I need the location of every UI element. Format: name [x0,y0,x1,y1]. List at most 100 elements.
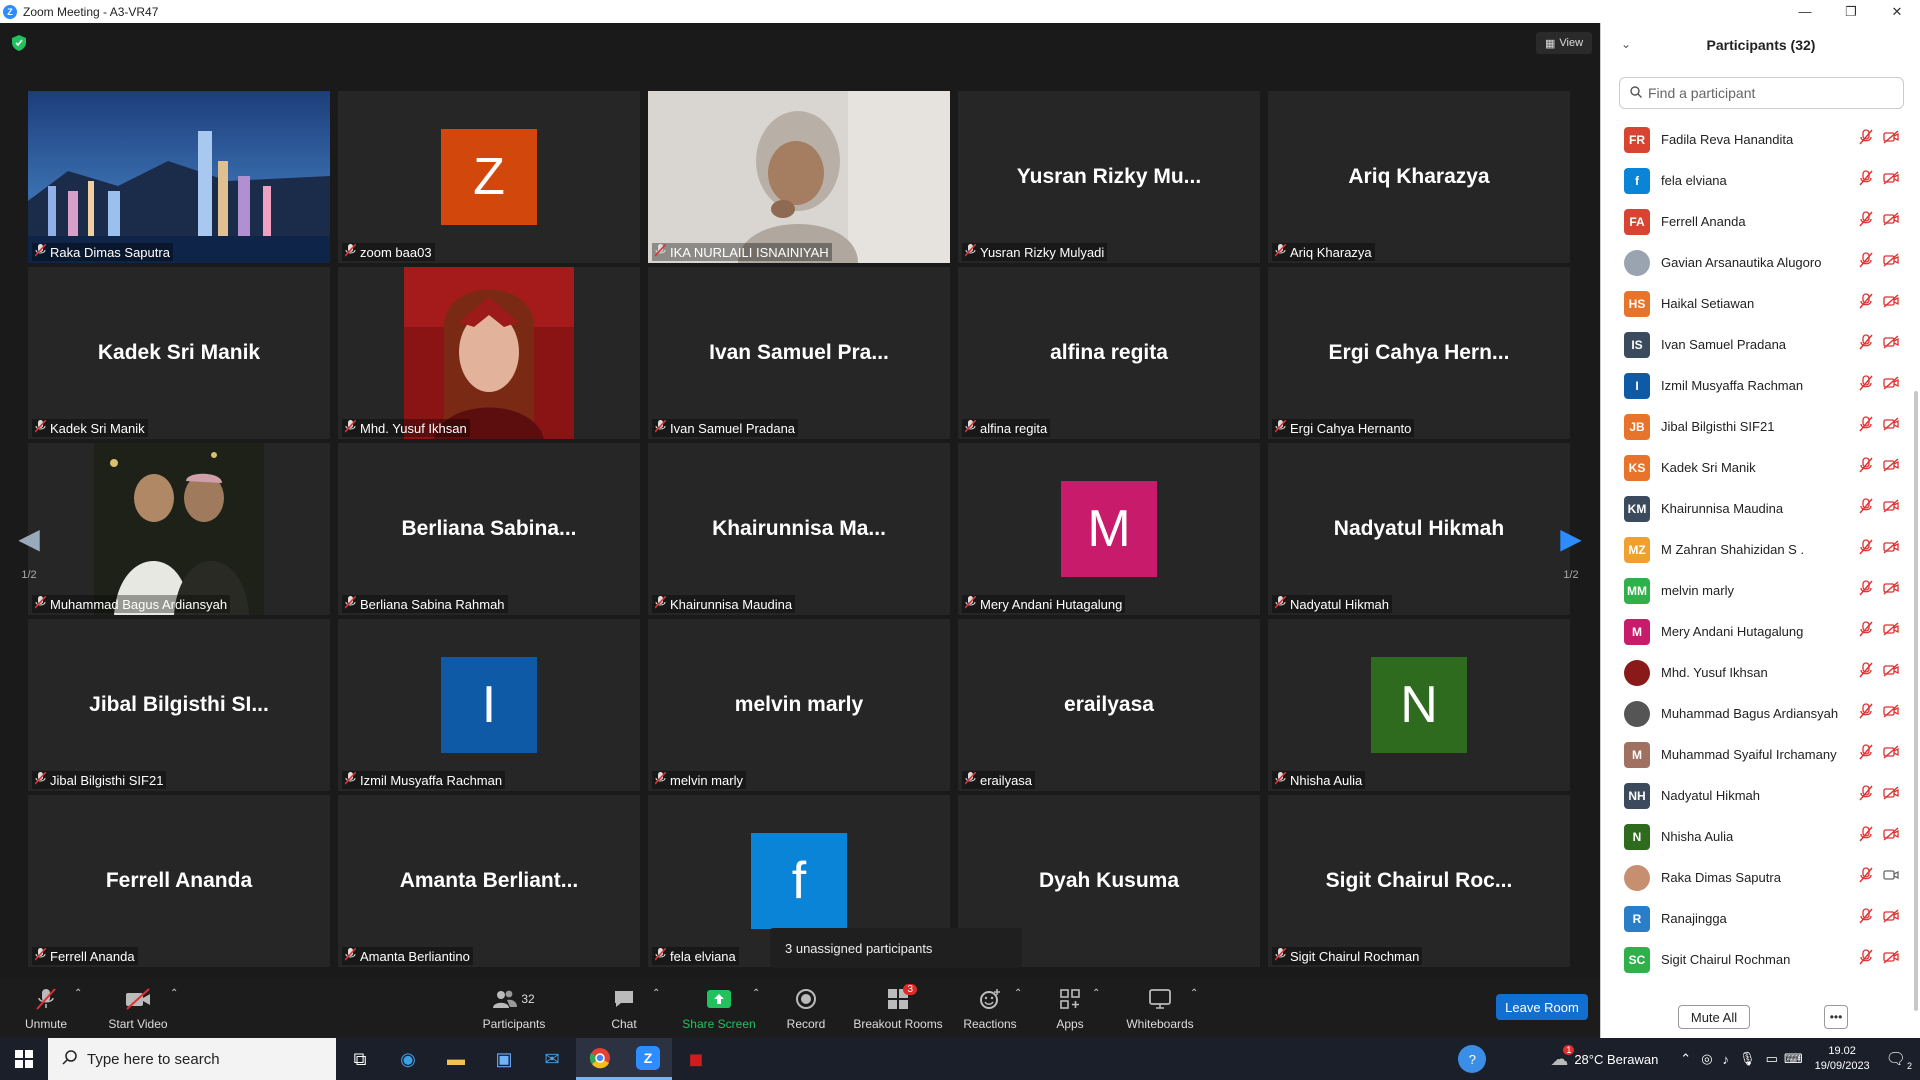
weather-text[interactable]: 28°C Berawan [1574,1052,1658,1067]
video-tile[interactable]: Sigit Chairul Roc... Sigit Chairul Rochma… [1268,795,1570,967]
participant-row[interactable]: M Mery Andani Hutagalung [1601,611,1913,652]
video-off-icon[interactable] [1883,294,1899,313]
video-off-icon[interactable] [1883,458,1899,477]
whiteboards-caret-icon[interactable]: ⌃ [1190,988,1198,999]
participant-row[interactable]: JB Jibal Bilgisthi SIF21 [1601,406,1913,447]
video-tile[interactable]: Amanta Berliant... Amanta Berliantino [338,795,640,967]
participant-row[interactable]: FR Fadila Reva Hanandita [1601,119,1913,160]
participant-row[interactable]: I Izmil Musyaffa Rachman [1601,365,1913,406]
video-tile[interactable]: Nadyatul Hikmah Nadyatul Hikmah [1268,443,1570,615]
previous-page-button[interactable]: ◀ 1/2 [4,503,54,599]
video-tile[interactable]: N Nhisha Aulia [1268,619,1570,791]
participant-row[interactable]: FA Ferrell Ananda [1601,201,1913,242]
scrollbar-thumb[interactable] [1914,391,1918,1011]
microphone-muted-icon[interactable] [1859,867,1873,888]
whiteboards-button[interactable]: Whiteboards [1120,978,1200,1038]
taskbar-search-box[interactable]: Type here to search [48,1038,336,1080]
chat-options-caret-icon[interactable]: ⌃ [652,988,660,999]
view-button[interactable]: ▦ View [1536,32,1592,54]
video-off-icon[interactable] [1883,130,1899,149]
microphone-muted-icon[interactable] [1859,170,1873,191]
participant-row[interactable]: KM Khairunnisa Maudina [1601,488,1913,529]
microphone-tray-icon[interactable]: 🎙 [1739,1051,1756,1067]
wifi-icon[interactable]: ▭ [1766,1051,1778,1067]
clock[interactable]: 19.02 19/09/2023 [1815,1044,1870,1074]
close-button[interactable]: ✕ [1874,0,1920,23]
microphone-muted-icon[interactable] [1859,744,1873,765]
video-tile[interactable]: Kadek Sri Manik Kadek Sri Manik [28,267,330,439]
maximize-button[interactable]: ❐ [1828,0,1874,23]
weather-cloud-icon[interactable]: ☁ 1 [1550,1044,1575,1070]
microphone-muted-icon[interactable] [1859,539,1873,560]
participant-row[interactable]: Gavian Arsanautika Alugoro [1601,242,1913,283]
participant-row[interactable]: MM melvin marly [1601,570,1913,611]
microphone-muted-icon[interactable] [1859,580,1873,601]
video-off-icon[interactable] [1883,253,1899,272]
video-tile[interactable]: erailyasa erailyasa [958,619,1260,791]
video-off-icon[interactable] [1883,335,1899,354]
participant-row[interactable]: Mhd. Yusuf Ikhsan [1601,652,1913,693]
video-tile[interactable]: alfina regita alfina regita [958,267,1260,439]
microphone-muted-icon[interactable] [1859,334,1873,355]
video-tile[interactable]: M Mery Andani Hutagalung [958,443,1260,615]
zoom-app-icon[interactable]: Z [624,1038,672,1080]
microphone-muted-icon[interactable] [1859,908,1873,929]
microphone-muted-icon[interactable] [1859,457,1873,478]
reactions-button[interactable]: Reactions [960,978,1020,1038]
video-tile[interactable]: Zzoom baa03 [338,91,640,263]
volume-icon[interactable]: ♪ [1723,1052,1730,1067]
unmute-button[interactable]: Unmute [20,978,72,1038]
video-off-icon[interactable] [1883,745,1899,764]
participant-row[interactable]: f fela elviana [1601,160,1913,201]
video-tile[interactable]: Mhd. Yusuf Ikhsan [338,267,640,439]
mail-icon[interactable]: ✉ [528,1038,576,1080]
video-off-icon[interactable] [1883,827,1899,846]
video-off-icon[interactable] [1883,540,1899,559]
participants-scrollbar[interactable] [1913,121,1919,1011]
apps-caret-icon[interactable]: ⌃ [1092,988,1100,999]
start-button[interactable] [0,1038,48,1080]
video-off-icon[interactable] [1883,212,1899,231]
file-explorer-icon[interactable]: ▬ [432,1038,480,1080]
microphone-muted-icon[interactable] [1859,293,1873,314]
share-options-caret-icon[interactable]: ⌃ [752,988,760,999]
participant-row[interactable]: MZ M Zahran Shahizidan S . [1601,529,1913,570]
minimize-button[interactable]: — [1782,0,1828,23]
mcafee-icon[interactable]: ◼ [672,1038,720,1080]
video-off-icon[interactable] [1883,417,1899,436]
microphone-muted-icon[interactable] [1859,826,1873,847]
start-video-button[interactable]: Start Video [102,978,174,1038]
participant-row[interactable]: HS Haikal Setiawan [1601,283,1913,324]
microphone-muted-icon[interactable] [1859,129,1873,150]
video-tile[interactable]: Ergi Cahya Hern... Ergi Cahya Hernanto [1268,267,1570,439]
microphone-muted-icon[interactable] [1859,662,1873,683]
help-icon[interactable]: ? [1458,1045,1487,1073]
participant-row[interactable]: R Ranajingga [1601,898,1913,939]
video-off-icon[interactable] [1883,663,1899,682]
participant-row[interactable]: M Muhammad Syaiful Irchamany [1601,734,1913,775]
microsoft-store-icon[interactable]: ▣ [480,1038,528,1080]
video-tile[interactable]: Ferrell Ananda Ferrell Ananda [28,795,330,967]
microphone-muted-icon[interactable] [1859,252,1873,273]
participant-row[interactable]: Muhammad Bagus Ardiansyah [1601,693,1913,734]
apps-button[interactable]: Apps [1046,978,1094,1038]
audio-options-caret-icon[interactable]: ⌃ [74,988,82,999]
breakout-rooms-button[interactable]: 3 Breakout Rooms [852,978,944,1038]
participant-row[interactable]: IS Ivan Samuel Pradana [1601,324,1913,365]
microphone-muted-icon[interactable] [1859,621,1873,642]
find-participant-input[interactable]: Find a participant [1619,77,1904,109]
participant-row[interactable]: NH Nadyatul Hikmah [1601,775,1913,816]
video-tile[interactable]: IKA NURLAILI ISNAINIYAH [648,91,950,263]
leave-room-button[interactable]: Leave Room [1496,994,1588,1020]
more-options-button[interactable]: ••• [1824,1005,1848,1029]
task-view-icon[interactable]: ⧉ [336,1038,384,1080]
microphone-muted-icon[interactable] [1859,703,1873,724]
video-tile[interactable]: Jibal Bilgisthi SI... Jibal Bilgisthi SIF… [28,619,330,791]
mute-all-button[interactable]: Mute All [1678,1005,1750,1029]
video-off-icon[interactable] [1883,622,1899,641]
participant-row[interactable]: N Nhisha Aulia [1601,816,1913,857]
input-language-icon[interactable]: ⌨ [1784,1051,1803,1067]
video-tile[interactable]: Muhammad Bagus Ardiansyah [28,443,330,615]
record-button[interactable]: Record [782,978,830,1038]
network-status-icon[interactable]: ◎ [1701,1051,1712,1067]
